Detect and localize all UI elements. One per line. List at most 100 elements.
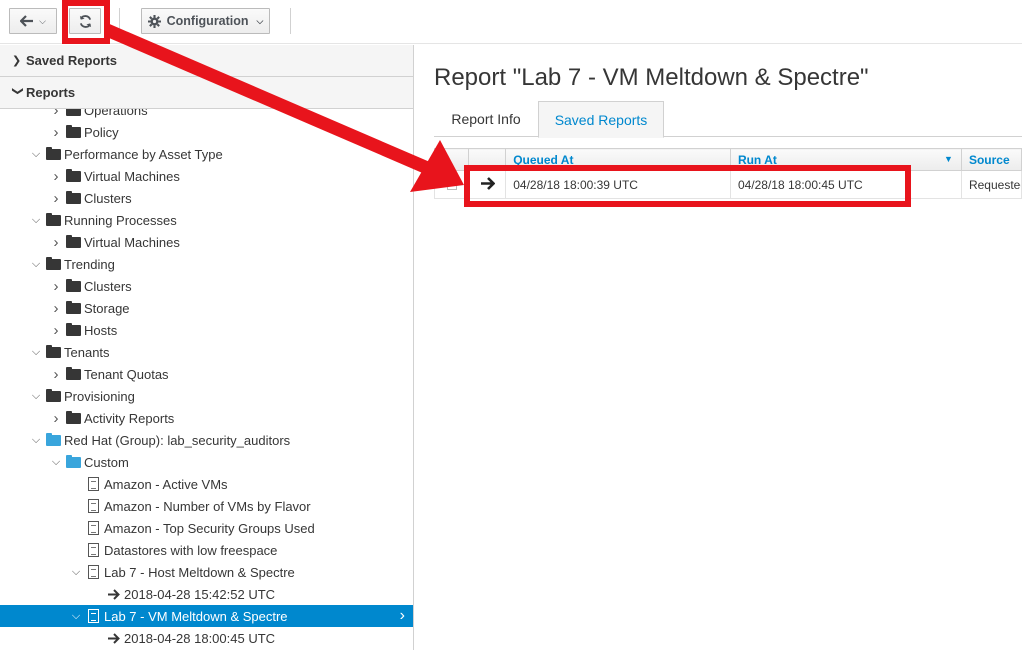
chevron-right-icon[interactable]: › xyxy=(50,190,62,207)
toolbar: ⌵ Configuration ⌵ xyxy=(0,0,1022,44)
tree-node-performance-by-asset-type[interactable]: ⌵ Performance by Asset Type xyxy=(0,143,413,165)
chevron-down-icon[interactable]: ⌵ xyxy=(70,610,82,623)
tree-node-label: Tenant Quotas xyxy=(84,366,169,382)
tree-node-activity-reports[interactable]: › Activity Reports xyxy=(0,407,413,429)
chevron-right-icon[interactable]: › xyxy=(50,366,62,383)
chevron-down-icon[interactable]: ⌵ xyxy=(30,214,42,227)
tree-node-label: Operations xyxy=(84,109,148,118)
folder-icon xyxy=(45,212,61,228)
folder-icon xyxy=(65,278,81,294)
tree-node-operations[interactable]: › Operations xyxy=(0,109,413,121)
chevron-right-icon: ❯ xyxy=(12,55,22,67)
tree-node-2018-04-28-18-00-45-utc[interactable]: 2018-04-28 18:00:45 UTC xyxy=(0,627,413,649)
sort-descending-icon: ▼ xyxy=(944,154,953,164)
tree-node-virtual-machines[interactable]: › Virtual Machines xyxy=(0,231,413,253)
chevron-right-icon[interactable]: › xyxy=(50,300,62,317)
report-document-icon xyxy=(85,564,101,580)
accordion-reports[interactable]: ❯ Reports xyxy=(0,77,413,109)
tree-node-clusters[interactable]: › Clusters xyxy=(0,187,413,209)
chevron-down-icon[interactable]: ⌵ xyxy=(30,390,42,403)
tree-node-label: Amazon - Top Security Groups Used xyxy=(104,520,315,536)
folder-icon xyxy=(65,410,81,426)
report-document-icon xyxy=(85,498,101,514)
tree-node-label: Custom xyxy=(84,454,129,470)
folder-icon xyxy=(45,256,61,272)
tree-node-label: Trending xyxy=(64,256,115,272)
tree-node-hosts[interactable]: › Hosts xyxy=(0,319,413,341)
chevron-down-icon[interactable]: ⌵ xyxy=(30,434,42,447)
row-highlight-box xyxy=(464,165,911,207)
report-document-icon xyxy=(85,608,101,624)
tree-node-label: Lab 7 - VM Meltdown & Spectre xyxy=(104,608,288,624)
tree-node-2018-04-28-15-42-52-utc[interactable]: 2018-04-28 15:42:52 UTC xyxy=(0,583,413,605)
folder-icon xyxy=(65,190,81,206)
tree-node-datastores-with-low-freespace[interactable]: Datastores with low freespace xyxy=(0,539,413,561)
tree-node-label: Datastores with low freespace xyxy=(104,542,278,558)
configuration-dropdown[interactable]: Configuration ⌵ xyxy=(141,8,270,34)
tree-node-label: Virtual Machines xyxy=(84,234,180,250)
tree-node-tenants[interactable]: ⌵ Tenants xyxy=(0,341,413,363)
tree-node-label: Hosts xyxy=(84,322,118,338)
tree-node-tenant-quotas[interactable]: › Tenant Quotas xyxy=(0,363,413,385)
chevron-right-icon[interactable]: › xyxy=(50,109,62,119)
source-cell: Requested by user xyxy=(960,170,1022,199)
tab-report-info[interactable]: Report Info xyxy=(434,101,538,137)
tree-node-label: Amazon - Number of VMs by Flavor xyxy=(104,498,311,514)
tree-node-policy[interactable]: › Policy xyxy=(0,121,413,143)
tree-node-label: Clusters xyxy=(84,278,132,294)
back-button[interactable]: ⌵ xyxy=(9,8,57,34)
chevron-right-icon[interactable]: › xyxy=(50,234,62,251)
tree-node-label: 2018-04-28 18:00:45 UTC xyxy=(124,630,276,646)
tree-node-running-processes[interactable]: ⌵ Running Processes xyxy=(0,209,413,231)
tree-node-label: Provisioning xyxy=(64,388,135,404)
tree-node-amazon-active-vms[interactable]: Amazon - Active VMs xyxy=(0,473,413,495)
tree-node-trending[interactable]: ⌵ Trending xyxy=(0,253,413,275)
folder-icon xyxy=(45,146,61,162)
tree-node-label: Storage xyxy=(84,300,130,316)
row-checkbox[interactable] xyxy=(446,180,457,191)
tree-node-virtual-machines[interactable]: › Virtual Machines xyxy=(0,165,413,187)
arrow-right-icon xyxy=(105,630,121,646)
column-header-source[interactable]: Source xyxy=(960,148,1022,171)
tree-node-amazon-number-of-vms-by-flavor[interactable]: Amazon - Number of VMs by Flavor xyxy=(0,495,413,517)
tree-node-label: Activity Reports xyxy=(84,410,175,426)
tree-node-label: Virtual Machines xyxy=(84,168,180,184)
tree-node-custom[interactable]: ⌵ Custom xyxy=(0,451,413,473)
chevron-right-icon[interactable]: › xyxy=(50,124,62,141)
report-tabs: Report Info Saved Reports xyxy=(434,101,1022,138)
chevron-right-icon[interactable]: › xyxy=(50,278,62,295)
chevron-right-icon[interactable]: › xyxy=(50,322,62,339)
chevron-down-icon[interactable]: ⌵ xyxy=(70,566,82,579)
chevron-down-icon: ❯ xyxy=(11,86,24,96)
refresh-highlight-box xyxy=(62,0,110,44)
folder-icon xyxy=(65,168,81,184)
chevron-down-icon[interactable]: ⌵ xyxy=(30,346,42,359)
gear-icon xyxy=(147,14,161,28)
tree-node-provisioning[interactable]: ⌵ Provisioning xyxy=(0,385,413,407)
tree-node-storage[interactable]: › Storage xyxy=(0,297,413,319)
tree-node-label: Red Hat (Group): lab_security_auditors xyxy=(64,432,291,448)
chevron-right-icon[interactable]: › xyxy=(50,168,62,185)
tree-node-lab-7-host-meltdown-spectre[interactable]: ⌵ Lab 7 - Host Meltdown & Spectre xyxy=(0,561,413,583)
accordion-reports-label: Reports xyxy=(26,85,76,100)
tree-node-lab-7-vm-meltdown-spectre[interactable]: ⌵ Lab 7 - VM Meltdown & Spectre › xyxy=(0,605,413,627)
toolbar-divider xyxy=(119,8,120,34)
tree-node-clusters[interactable]: › Clusters xyxy=(0,275,413,297)
chevron-down-icon[interactable]: ⌵ xyxy=(50,456,62,469)
chevron-down-icon[interactable]: ⌵ xyxy=(30,258,42,271)
tree-node-label: Clusters xyxy=(84,190,132,206)
report-document-icon xyxy=(85,476,101,492)
arrow-left-icon xyxy=(20,15,34,27)
chevron-right-icon[interactable]: › xyxy=(50,410,62,427)
tree-node-label: Amazon - Active VMs xyxy=(104,476,228,492)
tree-node-amazon-top-security-groups-used[interactable]: Amazon - Top Security Groups Used xyxy=(0,517,413,539)
folder-icon xyxy=(65,124,81,140)
tab-saved-reports[interactable]: Saved Reports xyxy=(538,101,664,138)
tree-node-label: Lab 7 - Host Meltdown & Spectre xyxy=(104,564,295,580)
tree-node-red-hat-group-lab-security-auditors[interactable]: ⌵ Red Hat (Group): lab_security_auditors xyxy=(0,429,413,451)
configuration-label: Configuration xyxy=(166,14,249,28)
chevron-down-icon[interactable]: ⌵ xyxy=(30,148,42,161)
folder-icon xyxy=(65,300,81,316)
accordion-saved-reports[interactable]: ❯ Saved Reports xyxy=(0,45,413,77)
folder-icon xyxy=(45,344,61,360)
